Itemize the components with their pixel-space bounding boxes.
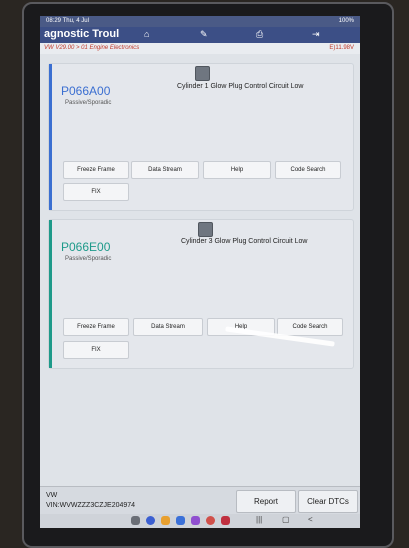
breadcrumb: VW V29.00 > 01 Engine Electronics E)11.9…: [40, 43, 360, 54]
android-nav-bar: ||| ▢ <: [40, 514, 360, 528]
gallery-icon[interactable]: [176, 516, 185, 525]
report-button[interactable]: Report: [236, 490, 296, 513]
vehicle-vin: VIN:WVWZZZ3CZJE204974: [46, 502, 136, 509]
fix-button[interactable]: FIX: [63, 183, 129, 201]
dtc-accent-stripe: [49, 220, 52, 368]
code-search-button[interactable]: Code Search: [277, 318, 343, 336]
vehicle-make: VW: [46, 492, 58, 499]
exit-icon[interactable]: ⇥: [312, 29, 320, 40]
data-stream-button[interactable]: Data Stream: [133, 318, 203, 336]
freeze-frame-button[interactable]: Freeze Frame: [63, 318, 129, 336]
tablet-screen: 08:29 Thu, 4 Jul 100% agnostic Troul ⌂ ✎…: [40, 16, 360, 528]
dtc-card: P066E00 Passive/Sporadic Cylinder 3 Glow…: [48, 219, 354, 369]
system-status-bar: 08:29 Thu, 4 Jul 100%: [40, 16, 360, 27]
fix-button[interactable]: FIX: [63, 341, 129, 359]
clock: 08:29 Thu, 4 Jul: [46, 18, 89, 24]
vehicle-info-bar: VW VIN:WVWZZZ3CZJE204974 Report Clear DT…: [40, 486, 360, 515]
battery-indicator: 100%: [338, 18, 354, 24]
help-button[interactable]: Help: [203, 161, 271, 179]
dtc-description: Cylinder 1 Glow Plug Control Circuit Low: [177, 83, 304, 90]
dtc-status: Passive/Sporadic: [65, 100, 112, 106]
edit-icon[interactable]: ✎: [200, 29, 208, 40]
freeze-frame-button[interactable]: Freeze Frame: [63, 161, 129, 179]
dtc-description: Cylinder 3 Glow Plug Control Circuit Low: [181, 238, 308, 245]
files-icon[interactable]: [161, 516, 170, 525]
back-icon[interactable]: <: [308, 515, 313, 524]
dtc-code: P066A00: [61, 84, 111, 98]
dtc-accent-stripe: [49, 64, 52, 210]
dtc-card: P066A00 Passive/Sporadic Cylinder 1 Glow…: [48, 63, 354, 211]
dtc-select-checkbox[interactable]: [195, 66, 210, 81]
messages-icon[interactable]: [191, 516, 200, 525]
data-stream-button[interactable]: Data Stream: [131, 161, 199, 179]
dtc-select-checkbox[interactable]: [198, 222, 213, 237]
browser-icon[interactable]: [146, 516, 155, 525]
recents-icon[interactable]: |||: [256, 515, 262, 524]
home-icon[interactable]: ⌂: [144, 29, 149, 39]
clear-dtcs-button[interactable]: Clear DTCs: [298, 490, 358, 513]
dtc-status: Passive/Sporadic: [65, 256, 112, 262]
apps-grid-icon[interactable]: [131, 516, 140, 525]
code-search-button[interactable]: Code Search: [275, 161, 341, 179]
app-title-bar: agnostic Troul ⌂ ✎ ⎙ ⇥: [40, 27, 360, 43]
home-nav-icon[interactable]: ▢: [282, 515, 290, 524]
page-title: agnostic Troul: [44, 28, 120, 40]
battery-voltage: E)11.98V: [329, 45, 354, 51]
camera-icon[interactable]: [206, 516, 215, 525]
dtc-code: P066E00: [61, 240, 111, 254]
print-icon[interactable]: ⎙: [256, 29, 263, 40]
breadcrumb-path: VW V29.00 > 01 Engine Electronics: [44, 45, 140, 51]
video-icon[interactable]: [221, 516, 230, 525]
